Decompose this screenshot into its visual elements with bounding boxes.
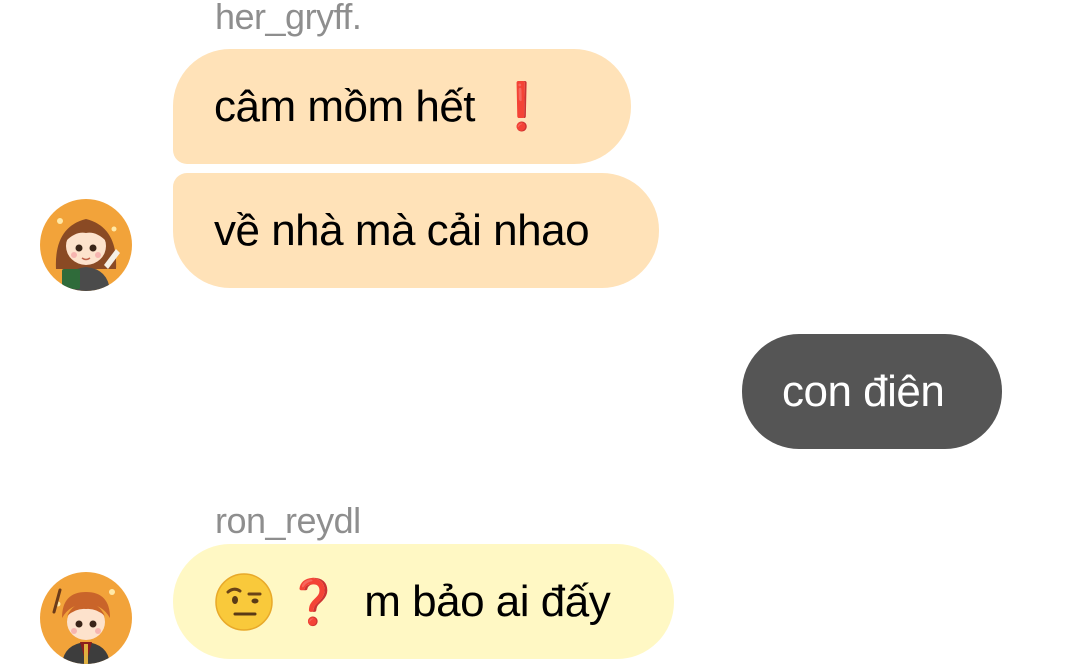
message-text: câm mồm hết <box>214 81 476 131</box>
avatar-ron-reydl[interactable] <box>40 572 132 664</box>
message-text: con điên <box>782 366 945 416</box>
message-text: m bảo ai đấy <box>364 576 611 626</box>
message-bubble-incoming[interactable]: câm mồm hết ❗ <box>173 49 631 164</box>
raised-eyebrow-emoji-icon <box>214 572 274 632</box>
red-exclamation-icon: ❗ <box>493 80 550 132</box>
sender-name-her-gryff: her_gryff. <box>215 0 362 37</box>
sender-name-ron-reydl: ron_reydl <box>215 500 361 541</box>
message-text: về nhà mà cải nhao <box>214 205 590 255</box>
avatar-image <box>40 572 132 664</box>
message-bubble-outgoing[interactable]: con điên <box>742 334 1002 449</box>
avatar-her-gryff[interactable] <box>40 199 132 291</box>
message-bubble-incoming[interactable]: ❓ m bảo ai đấy <box>173 544 674 659</box>
red-question-mark-icon: ❓ <box>286 577 341 627</box>
avatar-image <box>40 199 132 291</box>
message-bubble-incoming[interactable]: về nhà mà cải nhao <box>173 173 659 288</box>
